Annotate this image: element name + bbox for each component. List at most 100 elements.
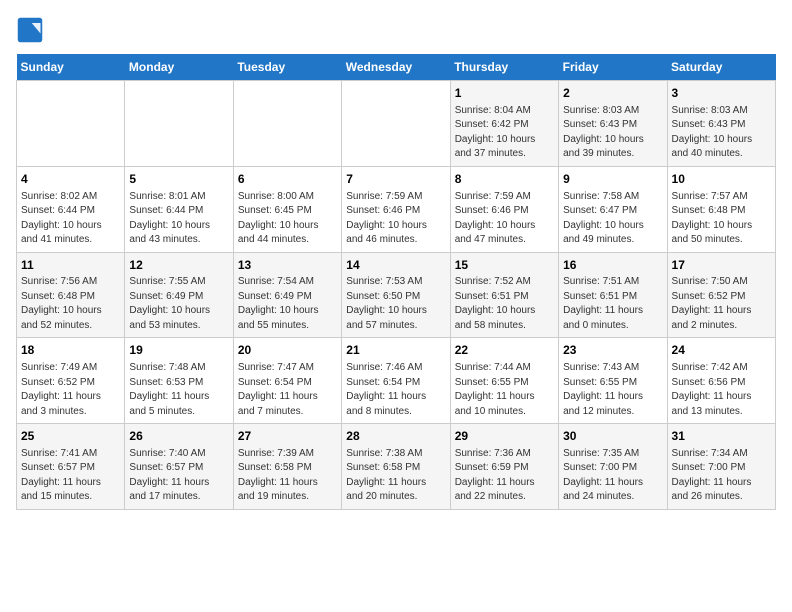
day-number: 16 (563, 257, 662, 274)
cell-content: Sunrise: 7:41 AM Sunset: 6:57 PM Dayligh… (21, 447, 120, 505)
calendar-cell: 28 Sunrise: 7:38 AM Sunset: 6:58 PM Dayli… (342, 424, 450, 510)
day-number: 22 (455, 342, 554, 359)
day-header-sunday: Sunday (17, 54, 125, 81)
cell-content: Sunrise: 7:34 AM Sunset: 7:00 PM Dayligh… (672, 447, 771, 505)
calendar-cell: 23 Sunrise: 7:43 AM Sunset: 6:55 PM Dayli… (559, 338, 667, 424)
cell-content: Sunrise: 7:35 AM Sunset: 7:00 PM Dayligh… (563, 447, 662, 505)
day-number: 23 (563, 342, 662, 359)
calendar-cell: 29Sunrise: 7:36 AM Sunset: 6:59 PM Dayli… (450, 424, 558, 510)
cell-content: Sunrise: 7:59 AM Sunset: 6:46 PM Dayligh… (346, 190, 445, 248)
calendar-cell: 8 Sunrise: 7:59 AM Sunset: 6:46 PM Daylig… (450, 166, 558, 252)
day-number: 7 (346, 171, 445, 188)
day-number: 30 (563, 428, 662, 445)
calendar-cell: 30 Sunrise: 7:35 AM Sunset: 7:00 PM Dayli… (559, 424, 667, 510)
cell-content: Sunrise: 7:47 AM Sunset: 6:54 PM Dayligh… (238, 361, 337, 419)
calendar-cell: 4 Sunrise: 8:02 AM Sunset: 6:44 PM Daylig… (17, 166, 125, 252)
calendar-cell: 18 Sunrise: 7:49 AM Sunset: 6:52 PM Dayli… (17, 338, 125, 424)
day-number: 14 (346, 257, 445, 274)
day-number: 18 (21, 342, 120, 359)
cell-content: Sunrise: 7:53 AM Sunset: 6:50 PM Dayligh… (346, 275, 445, 333)
cell-content: Sunrise: 7:54 AM Sunset: 6:49 PM Dayligh… (238, 275, 337, 333)
calendar-cell: 16Sunrise: 7:51 AM Sunset: 6:51 PM Dayli… (559, 252, 667, 338)
cell-content: Sunrise: 7:59 AM Sunset: 6:46 PM Dayligh… (455, 190, 554, 248)
cell-content: Sunrise: 8:03 AM Sunset: 6:43 PM Dayligh… (672, 104, 771, 162)
calendar-cell: 26 Sunrise: 7:40 AM Sunset: 6:57 PM Dayli… (125, 424, 233, 510)
day-number: 24 (672, 342, 771, 359)
day-number: 26 (129, 428, 228, 445)
calendar-cell: 10 Sunrise: 7:57 AM Sunset: 6:48 PM Dayli… (667, 166, 775, 252)
cell-content: Sunrise: 7:57 AM Sunset: 6:48 PM Dayligh… (672, 190, 771, 248)
cell-content: Sunrise: 8:00 AM Sunset: 6:45 PM Dayligh… (238, 190, 337, 248)
calendar-cell (17, 81, 125, 167)
cell-content: Sunrise: 7:39 AM Sunset: 6:58 PM Dayligh… (238, 447, 337, 505)
calendar-cell: 27Sunrise: 7:39 AM Sunset: 6:58 PM Dayli… (233, 424, 341, 510)
day-number: 8 (455, 171, 554, 188)
day-number: 5 (129, 171, 228, 188)
calendar-cell: 9 Sunrise: 7:58 AM Sunset: 6:47 PM Daylig… (559, 166, 667, 252)
calendar-cell: 1 Sunrise: 8:04 AM Sunset: 6:42 PM Daylig… (450, 81, 558, 167)
calendar-cell: 22 Sunrise: 7:44 AM Sunset: 6:55 PM Dayli… (450, 338, 558, 424)
cell-content: Sunrise: 7:48 AM Sunset: 6:53 PM Dayligh… (129, 361, 228, 419)
cell-content: Sunrise: 7:44 AM Sunset: 6:55 PM Dayligh… (455, 361, 554, 419)
calendar-cell: 17Sunrise: 7:50 AM Sunset: 6:52 PM Dayli… (667, 252, 775, 338)
page-header (16, 16, 776, 44)
day-number: 15 (455, 257, 554, 274)
day-number: 1 (455, 85, 554, 102)
calendar-cell: 13Sunrise: 7:54 AM Sunset: 6:49 PM Dayli… (233, 252, 341, 338)
calendar-cell: 7 Sunrise: 7:59 AM Sunset: 6:46 PM Daylig… (342, 166, 450, 252)
calendar-table: SundayMondayTuesdayWednesdayThursdayFrid… (16, 54, 776, 510)
day-header-friday: Friday (559, 54, 667, 81)
cell-content: Sunrise: 7:51 AM Sunset: 6:51 PM Dayligh… (563, 275, 662, 333)
cell-content: Sunrise: 7:42 AM Sunset: 6:56 PM Dayligh… (672, 361, 771, 419)
day-number: 10 (672, 171, 771, 188)
day-number: 9 (563, 171, 662, 188)
day-number: 11 (21, 257, 120, 274)
cell-content: Sunrise: 7:43 AM Sunset: 6:55 PM Dayligh… (563, 361, 662, 419)
day-header-monday: Monday (125, 54, 233, 81)
cell-content: Sunrise: 8:02 AM Sunset: 6:44 PM Dayligh… (21, 190, 120, 248)
day-number: 19 (129, 342, 228, 359)
calendar-cell: 24 Sunrise: 7:42 AM Sunset: 6:56 PM Dayli… (667, 338, 775, 424)
day-header-thursday: Thursday (450, 54, 558, 81)
day-header-tuesday: Tuesday (233, 54, 341, 81)
cell-content: Sunrise: 7:58 AM Sunset: 6:47 PM Dayligh… (563, 190, 662, 248)
calendar-cell: 15Sunrise: 7:52 AM Sunset: 6:51 PM Dayli… (450, 252, 558, 338)
cell-content: Sunrise: 7:50 AM Sunset: 6:52 PM Dayligh… (672, 275, 771, 333)
calendar-cell: 5 Sunrise: 8:01 AM Sunset: 6:44 PM Daylig… (125, 166, 233, 252)
day-header-wednesday: Wednesday (342, 54, 450, 81)
cell-content: Sunrise: 8:01 AM Sunset: 6:44 PM Dayligh… (129, 190, 228, 248)
calendar-cell: 3 Sunrise: 8:03 AM Sunset: 6:43 PM Daylig… (667, 81, 775, 167)
calendar-cell: 6 Sunrise: 8:00 AM Sunset: 6:45 PM Daylig… (233, 166, 341, 252)
cell-content: Sunrise: 8:04 AM Sunset: 6:42 PM Dayligh… (455, 104, 554, 162)
cell-content: Sunrise: 7:56 AM Sunset: 6:48 PM Dayligh… (21, 275, 120, 333)
cell-content: Sunrise: 8:03 AM Sunset: 6:43 PM Dayligh… (563, 104, 662, 162)
calendar-cell: 25 Sunrise: 7:41 AM Sunset: 6:57 PM Dayli… (17, 424, 125, 510)
day-number: 13 (238, 257, 337, 274)
logo (16, 16, 48, 44)
day-number: 25 (21, 428, 120, 445)
cell-content: Sunrise: 7:38 AM Sunset: 6:58 PM Dayligh… (346, 447, 445, 505)
day-number: 4 (21, 171, 120, 188)
calendar-cell: 19 Sunrise: 7:48 AM Sunset: 6:53 PM Dayli… (125, 338, 233, 424)
day-number: 3 (672, 85, 771, 102)
day-number: 29 (455, 428, 554, 445)
day-number: 17 (672, 257, 771, 274)
cell-content: Sunrise: 7:52 AM Sunset: 6:51 PM Dayligh… (455, 275, 554, 333)
calendar-cell (125, 81, 233, 167)
day-header-saturday: Saturday (667, 54, 775, 81)
day-number: 31 (672, 428, 771, 445)
day-number: 28 (346, 428, 445, 445)
cell-content: Sunrise: 7:46 AM Sunset: 6:54 PM Dayligh… (346, 361, 445, 419)
calendar-cell: 20 Sunrise: 7:47 AM Sunset: 6:54 PM Dayli… (233, 338, 341, 424)
day-number: 20 (238, 342, 337, 359)
cell-content: Sunrise: 7:49 AM Sunset: 6:52 PM Dayligh… (21, 361, 120, 419)
day-number: 12 (129, 257, 228, 274)
cell-content: Sunrise: 7:40 AM Sunset: 6:57 PM Dayligh… (129, 447, 228, 505)
calendar-cell (342, 81, 450, 167)
calendar-cell: 12Sunrise: 7:55 AM Sunset: 6:49 PM Dayli… (125, 252, 233, 338)
calendar-cell: 31 Sunrise: 7:34 AM Sunset: 7:00 PM Dayli… (667, 424, 775, 510)
calendar-cell (233, 81, 341, 167)
day-number: 6 (238, 171, 337, 188)
calendar-cell: 21Sunrise: 7:46 AM Sunset: 6:54 PM Dayli… (342, 338, 450, 424)
calendar-cell: 11Sunrise: 7:56 AM Sunset: 6:48 PM Dayli… (17, 252, 125, 338)
